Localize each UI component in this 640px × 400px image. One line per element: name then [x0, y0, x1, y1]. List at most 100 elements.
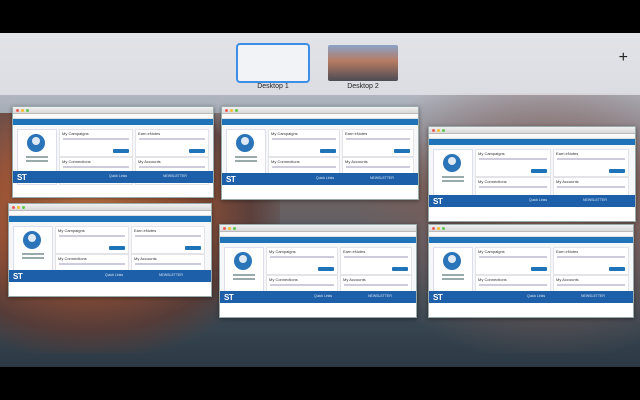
campaigns-title: My Campaigns: [58, 228, 85, 233]
campaigns-section: My Campaigns: [59, 129, 133, 157]
site-footer: ST Quick Links NEWSLETTER: [429, 195, 635, 207]
browser-window-2[interactable]: My Campaigns Earn eNotes My Connections …: [221, 106, 419, 200]
close-icon[interactable]: [432, 226, 435, 230]
avatar: [23, 231, 41, 249]
campaigns-title: My Campaigns: [478, 151, 505, 156]
desktop-2-thumbnail[interactable]: [328, 45, 398, 81]
zoom-icon[interactable]: [235, 108, 238, 112]
section-line: [139, 166, 205, 168]
campaigns-button[interactable]: [113, 149, 129, 153]
section-line: [59, 235, 125, 237]
section-line: [479, 158, 547, 160]
zoom-icon[interactable]: [442, 128, 445, 132]
footer-quick-links[interactable]: Quick Links: [314, 294, 332, 298]
window-titlebar[interactable]: [429, 127, 635, 134]
zoom-icon[interactable]: [442, 226, 445, 230]
earn-title: Earn eNotes: [134, 228, 157, 233]
close-icon[interactable]: [12, 205, 15, 209]
add-space-button[interactable]: +: [619, 50, 628, 66]
section-line: [557, 256, 625, 258]
earn-section: Earn eNotes: [131, 226, 205, 254]
close-icon[interactable]: [16, 108, 19, 112]
site-footer: ST Quick Links NEWSLETTER: [222, 173, 418, 185]
footer-newsletter: NEWSLETTER: [581, 294, 605, 298]
site-footer: ST Quick Links NEWSLETTER: [13, 171, 213, 183]
window-titlebar[interactable]: [222, 107, 418, 114]
profile-line: [22, 257, 44, 259]
window-titlebar[interactable]: [220, 225, 416, 232]
accounts-title: My Accounts: [345, 159, 368, 164]
section-line: [479, 186, 547, 188]
section-line: [479, 284, 547, 286]
campaigns-button[interactable]: [531, 169, 547, 173]
zoom-icon[interactable]: [26, 108, 29, 112]
footer-quick-links[interactable]: Quick Links: [105, 273, 123, 277]
campaigns-button[interactable]: [318, 267, 334, 271]
earn-section: Earn eNotes: [553, 247, 629, 275]
earn-button[interactable]: [185, 246, 201, 250]
minimize-icon[interactable]: [21, 108, 24, 112]
profile-line: [22, 253, 44, 255]
mission-control-screen: Desktop 1 Desktop 2 + My Campaigns Earn …: [0, 33, 640, 367]
site-logo: ST: [13, 272, 23, 281]
browser-window-3[interactable]: My Campaigns Earn eNotes My Connections …: [428, 126, 636, 222]
section-line: [557, 186, 625, 188]
section-line: [63, 166, 129, 168]
campaigns-title: My Campaigns: [269, 249, 296, 254]
section-line: [139, 138, 205, 140]
campaigns-section: My Campaigns: [266, 247, 338, 275]
earn-section: Earn eNotes: [135, 129, 209, 157]
earn-button[interactable]: [609, 169, 625, 173]
campaigns-button[interactable]: [531, 267, 547, 271]
footer-quick-links[interactable]: Quick Links: [316, 176, 334, 180]
site-logo: ST: [224, 293, 234, 302]
minimize-icon[interactable]: [437, 226, 440, 230]
earn-button[interactable]: [609, 267, 625, 271]
accounts-title: My Accounts: [556, 179, 579, 184]
campaigns-section: My Campaigns: [268, 129, 340, 157]
window-titlebar[interactable]: [13, 107, 213, 114]
section-line: [346, 166, 410, 168]
profile-line: [442, 274, 464, 276]
window-titlebar[interactable]: [429, 225, 633, 232]
browser-window-5[interactable]: My Campaigns Earn eNotes My Connections …: [219, 224, 417, 318]
campaigns-button[interactable]: [320, 149, 336, 153]
footer-quick-links[interactable]: Quick Links: [109, 174, 127, 178]
minimize-icon[interactable]: [230, 108, 233, 112]
minimize-icon[interactable]: [17, 205, 20, 209]
zoom-icon[interactable]: [233, 226, 236, 230]
earn-button[interactable]: [394, 149, 410, 153]
section-line: [270, 284, 334, 286]
space-desktop-2[interactable]: Desktop 2: [328, 45, 398, 90]
profile-line: [442, 180, 464, 182]
earn-button[interactable]: [392, 267, 408, 271]
spaces-bar: Desktop 1 Desktop 2 +: [0, 33, 640, 95]
browser-window-4[interactable]: My Campaigns Earn eNotes My Connections …: [8, 203, 212, 297]
close-icon[interactable]: [225, 108, 228, 112]
site-logo: ST: [226, 175, 236, 184]
earn-button[interactable]: [189, 149, 205, 153]
campaigns-section: My Campaigns: [475, 247, 551, 275]
close-icon[interactable]: [223, 226, 226, 230]
section-line: [344, 284, 408, 286]
section-line: [479, 256, 547, 258]
zoom-icon[interactable]: [22, 205, 25, 209]
minimize-icon[interactable]: [228, 226, 231, 230]
footer-quick-links[interactable]: Quick Links: [529, 198, 547, 202]
minimize-icon[interactable]: [437, 128, 440, 132]
space-desktop-1[interactable]: Desktop 1: [236, 43, 310, 90]
site-footer: ST Quick Links NEWSLETTER: [9, 270, 211, 282]
accounts-title: My Accounts: [556, 277, 579, 282]
browser-window-6[interactable]: My Campaigns Earn eNotes My Connections …: [428, 224, 634, 318]
browser-window-1[interactable]: My Campaigns Earn eNotes My Connections …: [12, 106, 214, 198]
desktop-1-thumbnail[interactable]: [236, 43, 310, 83]
window-titlebar[interactable]: [9, 204, 211, 211]
campaigns-button[interactable]: [109, 246, 125, 250]
connections-title: My Connections: [269, 277, 298, 282]
footer-quick-links[interactable]: Quick Links: [527, 294, 545, 298]
footer-newsletter: NEWSLETTER: [370, 176, 394, 180]
close-icon[interactable]: [432, 128, 435, 132]
footer-newsletter: NEWSLETTER: [159, 273, 183, 277]
section-line: [63, 138, 129, 140]
connections-title: My Connections: [62, 159, 91, 164]
